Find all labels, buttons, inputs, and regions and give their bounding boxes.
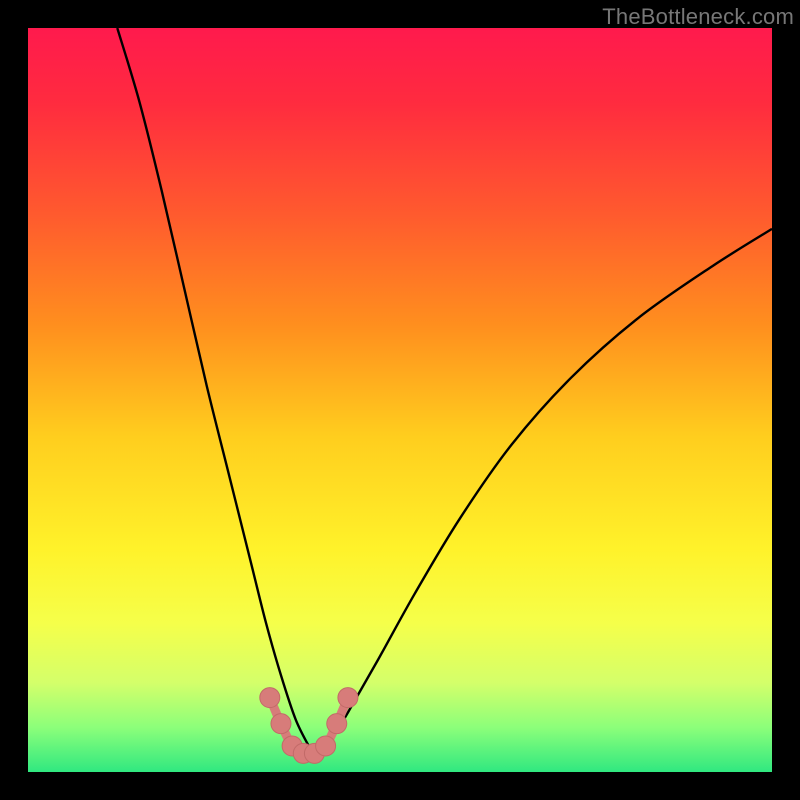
chart-frame: TheBottleneck.com: [0, 0, 800, 800]
valley-marker-dot: [260, 688, 280, 708]
valley-marker-dot: [338, 688, 358, 708]
valley-marker-dot: [327, 714, 347, 734]
gradient-background: [28, 28, 772, 772]
watermark-text: TheBottleneck.com: [602, 4, 794, 30]
plot-area: [28, 28, 772, 772]
valley-marker-dot: [316, 736, 336, 756]
plot-svg: [28, 28, 772, 772]
valley-marker-dot: [271, 714, 291, 734]
